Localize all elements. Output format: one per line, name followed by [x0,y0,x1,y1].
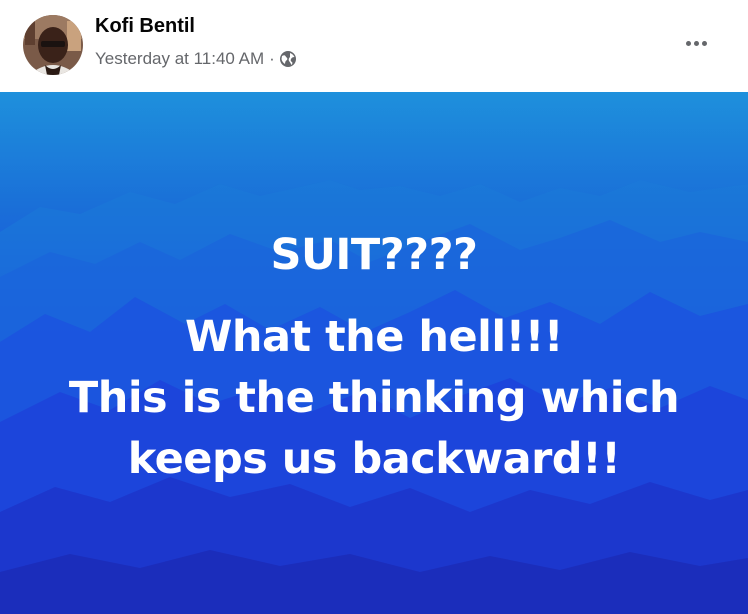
banner-line-2: What the hell!!! [185,312,563,362]
post-timestamp[interactable]: Yesterday at 11:40 AM [95,49,264,69]
globe-icon[interactable] [279,50,297,68]
post-header: Kofi Bentil Yesterday at 11:40 AM · [0,0,748,92]
avatar-photo-icon [23,15,83,75]
more-options-button[interactable] [676,26,716,60]
facebook-post: Kofi Bentil Yesterday at 11:40 AM · SUIT… [0,0,748,614]
author-name[interactable]: Kofi Bentil [95,15,195,38]
more-options-icon-dot [693,40,699,46]
post-meta: Yesterday at 11:40 AM · [95,48,297,70]
banner-line-3: This is the thinking which [68,373,680,423]
post-background-banner[interactable]: SUIT???? What the hell!!! This is the th… [0,92,748,614]
meta-separator: · [269,49,275,68]
more-options-icon-dot [701,40,707,46]
banner-text: SUIT???? What the hell!!! This is the th… [0,92,748,614]
banner-line-1: SUIT???? [270,230,479,280]
author-avatar[interactable] [23,15,83,75]
more-options-icon [685,40,691,46]
banner-line-4: keeps us backward!! [127,434,621,484]
